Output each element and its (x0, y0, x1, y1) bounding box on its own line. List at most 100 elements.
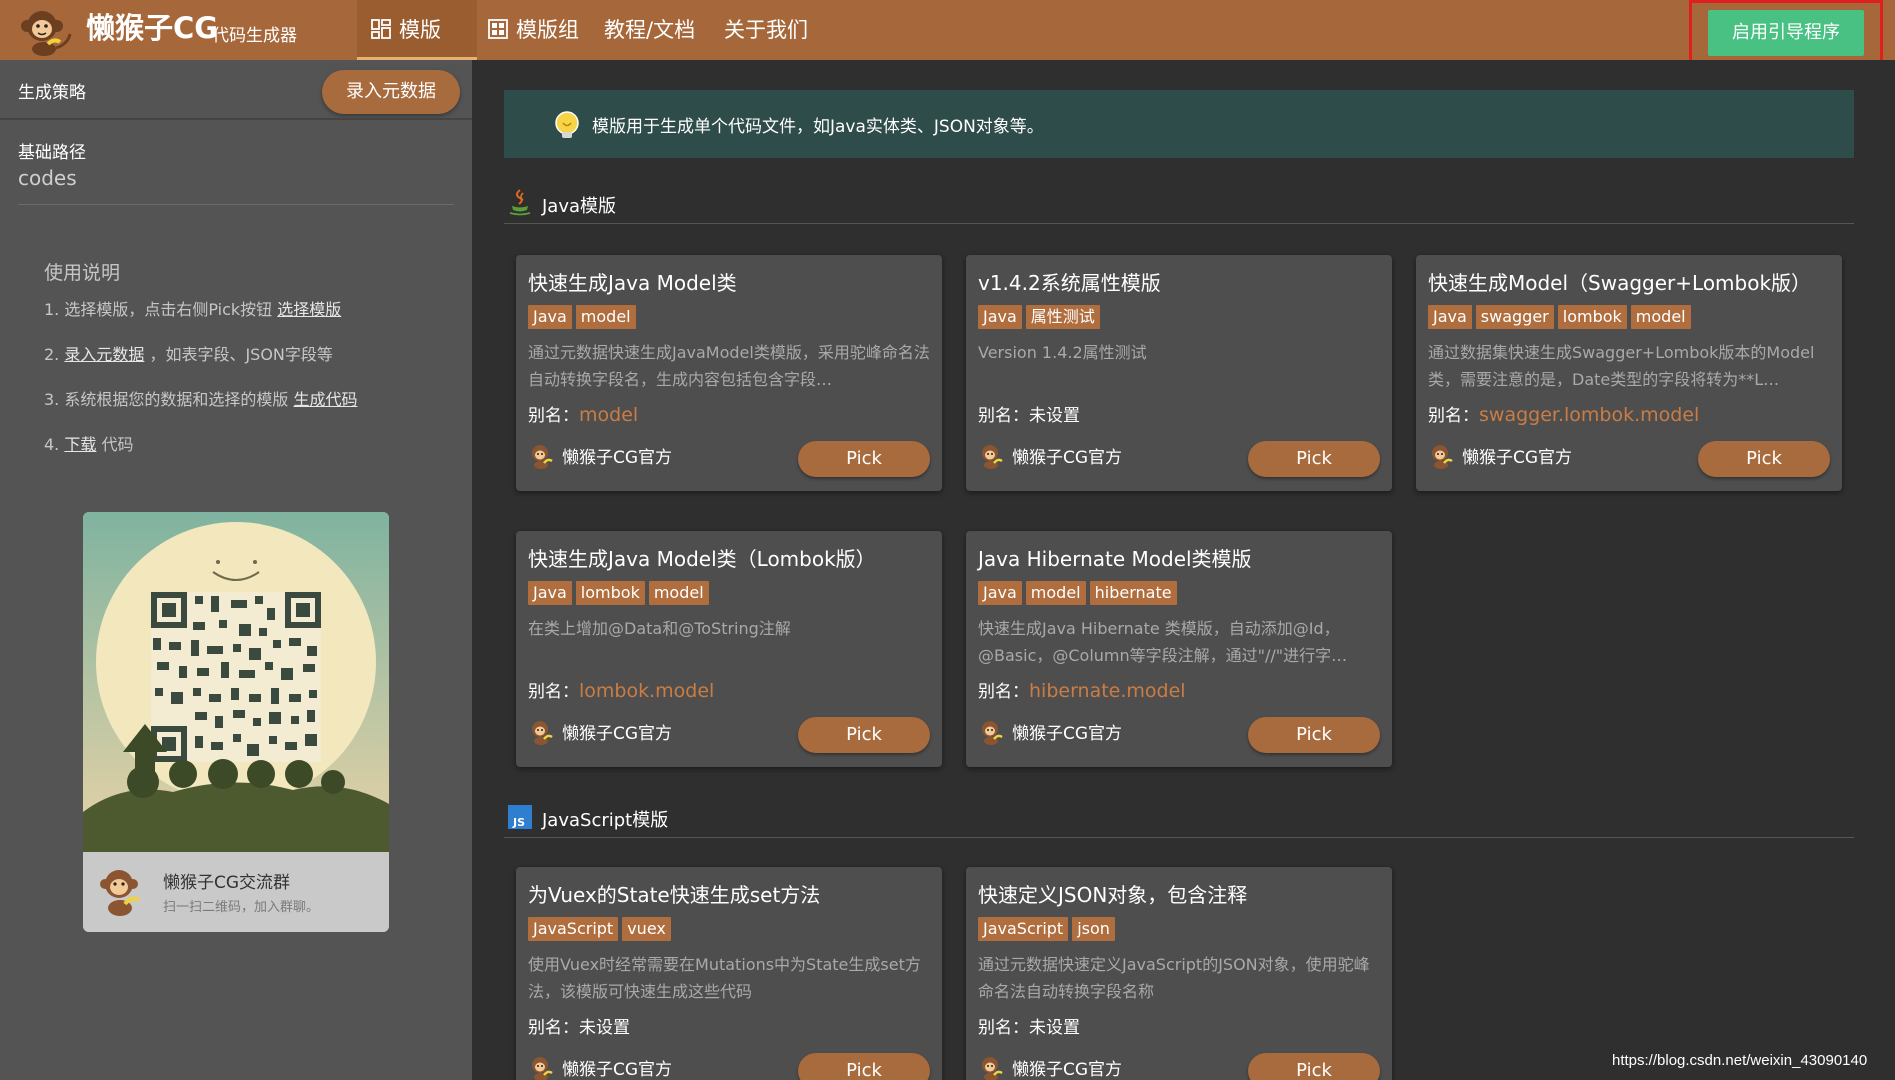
card-author: 懒猴子CG官方 (528, 719, 672, 746)
template-card-json-object[interactable]: 快速定义JSON对象，包含注释 JavaScript json 通过元数据快速定义… (966, 867, 1392, 1080)
brand-name: 懒猴子CG (86, 11, 219, 45)
start-guide-button[interactable]: 启用引导程序 (1708, 10, 1864, 56)
template-card-java-model[interactable]: 快速生成Java Model类 Java model 通过元数据快速生成JavaM… (516, 255, 942, 491)
nav-tab-templates[interactable]: 模版 (357, 0, 477, 60)
tag: model (1025, 581, 1086, 605)
usage-step-4: 4. 下载 代码 (44, 431, 133, 455)
card-tags: Java lombok model (528, 581, 713, 605)
author-name: 懒猴子CG官方 (1462, 448, 1573, 468)
nav-tab-label: 模版组 (516, 18, 579, 42)
divider (0, 118, 472, 120)
tag: JavaScript (528, 917, 619, 941)
card-author: 懒猴子CG官方 (978, 443, 1122, 470)
section-title: JavaScript模版 (542, 810, 669, 831)
card-author: 懒猴子CG官方 (978, 719, 1122, 746)
monkey-avatar-icon (100, 870, 140, 916)
card-title: 为Vuex的State快速生成set方法 (528, 883, 821, 907)
monkey-avatar-icon (532, 1057, 553, 1080)
template-card-hibernate-model[interactable]: Java Hibernate Model类模版 Java model hiberna… (966, 531, 1392, 767)
tag: hibernate (1089, 581, 1177, 605)
nav-tab-label: 关于我们 (724, 18, 808, 42)
enter-metadata-button[interactable]: 录入元数据 (322, 70, 460, 114)
alias-label: 别名： (978, 682, 1029, 702)
template-card-system-props[interactable]: v1.4.2系统属性模版 Java 属性测试 Version 1.4.2属性测试 … (966, 255, 1392, 491)
template-card-vuex-setters[interactable]: 为Vuex的State快速生成set方法 JavaScript vuex 使用Vu… (516, 867, 942, 1080)
card-title: 快速生成Model（Swagger+Lombok版） (1428, 271, 1812, 295)
template-card-lombok-model[interactable]: 快速生成Java Model类（Lombok版） Java lombok model… (516, 531, 942, 767)
template-grid-icon (371, 19, 391, 39)
tag: swagger (1475, 305, 1554, 329)
card-alias: 别名：未设置 (978, 1013, 1080, 1038)
svg-text:JS: JS (512, 816, 525, 829)
tag: Java (978, 581, 1022, 605)
javascript-icon: JS (508, 805, 532, 829)
card-author: 懒猴子CG官方 (528, 1055, 672, 1080)
card-title: Java Hibernate Model类模版 (978, 547, 1252, 571)
card-author: 懒猴子CG官方 (978, 1055, 1122, 1080)
card-alias: 别名：未设置 (528, 1013, 630, 1038)
monkey-avatar-icon (982, 1057, 1003, 1080)
select-template-link[interactable]: 选择模版 (277, 300, 341, 319)
usage-step-1: 1. 选择模版，点击右侧Pick按钮 选择模版 (44, 296, 341, 320)
card-tags: Java model (528, 305, 640, 329)
card-alias: 别名：lombok.model (528, 677, 714, 702)
pick-button[interactable]: Pick (1698, 441, 1830, 477)
nav-tab-label: 模版 (399, 18, 441, 42)
usage-title: 使用说明 (44, 262, 121, 284)
author-name: 懒猴子CG官方 (562, 448, 673, 468)
enter-metadata-link[interactable]: 录入元数据 (64, 345, 144, 364)
download-link[interactable]: 下载 (64, 435, 96, 454)
pick-button[interactable]: Pick (1248, 441, 1380, 477)
alias-value: swagger.lombok.model (1479, 404, 1700, 426)
template-card-swagger-lombok[interactable]: 快速生成Model（Swagger+Lombok版） Java swagger lo… (1416, 255, 1842, 491)
lightbulb-icon (555, 111, 579, 138)
step-text: 4. (44, 435, 65, 454)
qr-group-card: 懒猴子CG交流群 扫一扫二维码，加入群聊。 (83, 512, 389, 932)
sidebar: 生成策略 录入元数据 基础路径 codes 使用说明 1. 选择模版，点击右侧P… (0, 60, 472, 1080)
tag: 属性测试 (1025, 305, 1100, 329)
nav-tab-docs[interactable]: 教程/文档 (604, 0, 695, 60)
tag: Java (1428, 305, 1472, 329)
tag: vuex (622, 917, 671, 941)
pick-button[interactable]: Pick (798, 717, 930, 753)
qr-group-subtitle: 扫一扫二维码，加入群聊。 (163, 900, 320, 915)
usage-step-2: 2. 录入元数据 ，如表字段、JSON字段等 (44, 341, 333, 365)
tag: json (1072, 917, 1115, 941)
nav-tab-about[interactable]: 关于我们 (724, 0, 808, 60)
card-description: 通过数据集快速生成Swagger+Lombok版本的Model类，需要注意的是，… (1428, 343, 1815, 389)
pick-button[interactable]: Pick (798, 1053, 930, 1080)
author-name: 懒猴子CG官方 (562, 1060, 673, 1080)
nav-tab-template-groups[interactable]: 模版组 (488, 0, 579, 60)
pick-button[interactable]: Pick (1248, 717, 1380, 753)
nav-tab-label: 教程/文档 (604, 18, 696, 42)
main-content: 模版用于生成单个代码文件，如Java实体类、JSON对象等。 Java模版 快速… (472, 60, 1895, 1080)
divider (18, 204, 454, 205)
alias-value: model (579, 404, 639, 426)
qr-code-image (83, 512, 389, 852)
monkey-avatar-icon (532, 445, 553, 469)
card-tags: Java model hibernate (978, 581, 1181, 605)
card-description: 快速生成Java Hibernate 类模版，自动添加@Id，@Basic，@C… (978, 619, 1348, 665)
tag: model (1630, 305, 1691, 329)
card-description: 通过元数据快速生成JavaModel类模版，采用驼峰命名法自动转换字段名，生成内… (528, 343, 930, 389)
tag: lombok (575, 581, 645, 605)
alias-label: 别名： (1428, 406, 1479, 426)
pick-button[interactable]: Pick (1248, 1053, 1380, 1080)
generate-code-link[interactable]: 生成代码 (293, 390, 357, 409)
author-name: 懒猴子CG官方 (1012, 1060, 1123, 1080)
top-bar: 懒猴子CG 代码生成器 模版 模版组 教程/文档 关于我们 (0, 0, 1895, 60)
card-title: 快速生成Java Model类（Lombok版） (528, 547, 876, 571)
alias-value: 未设置 (1029, 406, 1080, 426)
monkey-logo-icon[interactable] (18, 4, 76, 56)
template-group-icon (488, 19, 508, 39)
pick-button[interactable]: Pick (798, 441, 930, 477)
monkey-avatar-icon (1432, 445, 1453, 469)
base-path-value[interactable]: codes (18, 166, 77, 190)
card-alias: 别名：model (528, 401, 638, 426)
card-author: 懒猴子CG官方 (528, 443, 672, 470)
section-title: Java模版 (542, 196, 617, 217)
card-alias: 别名：hibernate.model (978, 677, 1186, 702)
card-tags: JavaScript json (978, 917, 1119, 941)
qr-group-title: 懒猴子CG交流群 (163, 873, 291, 893)
monkey-avatar-icon (532, 721, 553, 745)
